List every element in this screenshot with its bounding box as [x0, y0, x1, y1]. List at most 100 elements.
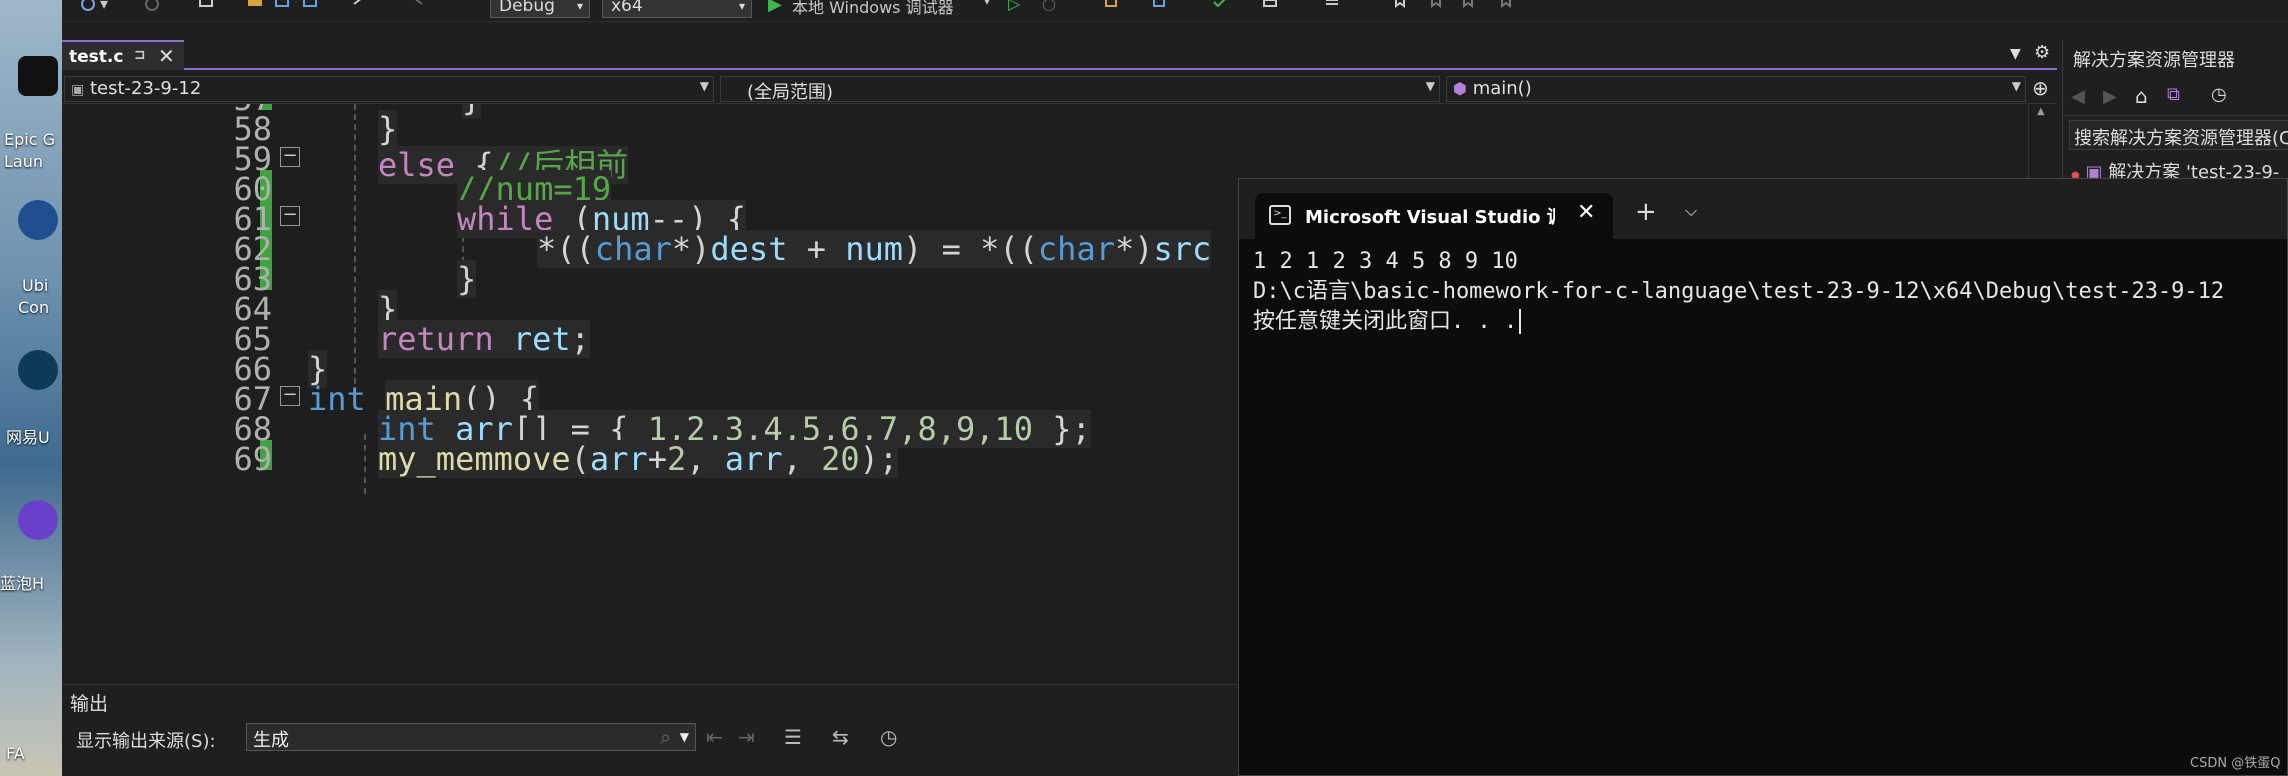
- bookmark-icon[interactable]: [1392, 0, 1412, 14]
- gear-icon[interactable]: ⚙: [2034, 42, 2050, 63]
- code-token: 20: [821, 440, 860, 478]
- bookmark-prev-icon[interactable]: [1428, 0, 1448, 14]
- tab-list-dropdown-icon[interactable]: ▼: [2010, 46, 2021, 62]
- project-dropdown[interactable]: ▣ test-23-9-12 ▼: [64, 76, 714, 102]
- scope-dropdown-value: (全局范围): [747, 82, 834, 103]
- save-all-icon[interactable]: [302, 0, 322, 14]
- solution-configuration-select[interactable]: Debug ▾: [490, 0, 590, 18]
- code-token: ) = *((: [903, 230, 1038, 268]
- code-token: };: [1033, 410, 1091, 448]
- chevron-down-icon: ▼: [1425, 79, 1435, 93]
- back-navigation-icon[interactable]: [80, 0, 100, 14]
- bookmark-next-icon[interactable]: [1460, 0, 1480, 14]
- new-project-icon[interactable]: [198, 0, 218, 14]
- chevron-down-icon: ▾: [576, 0, 583, 13]
- code-token: ret: [512, 320, 571, 358]
- desktop-label-connect: Con: [18, 298, 50, 317]
- scope-dropdown[interactable]: (全局范围) ▼: [720, 76, 1440, 103]
- code-token: int: [308, 380, 366, 418]
- solution-explorer-toolbar: ◀ ▶ ⌂ ⧉ ◷: [2063, 80, 2288, 116]
- stop-icon[interactable]: ○: [1042, 0, 1056, 16]
- netease-uu-icon[interactable]: [18, 350, 58, 390]
- code-token: *): [1114, 230, 1154, 268]
- close-icon[interactable]: ✕: [1577, 200, 1595, 225]
- code-token: +: [647, 440, 667, 478]
- ubisoft-connect-icon[interactable]: [18, 200, 58, 240]
- code-line-63: }: [457, 260, 477, 300]
- code-token: dest: [710, 230, 788, 268]
- fold-toggle-icon[interactable]: −: [280, 206, 300, 226]
- code-token: src: [1153, 230, 1212, 268]
- close-icon[interactable]: ✕: [158, 44, 175, 68]
- run-target-dropdown-icon[interactable]: ▾: [984, 0, 990, 16]
- forward-icon[interactable]: ▶: [2103, 86, 2117, 107]
- bookmark-clear-icon[interactable]: [1498, 0, 1518, 14]
- desktop-label-bluestacks: 蓝泡H: [0, 574, 45, 593]
- start-without-debugging-icon[interactable]: ▷: [1008, 0, 1020, 16]
- save-icon[interactable]: [274, 0, 294, 14]
- indent-guide: [354, 104, 356, 394]
- back-icon[interactable]: ◀: [2071, 86, 2085, 107]
- home-icon[interactable]: ⌂: [2135, 84, 2148, 108]
- output-source-select[interactable]: 生成 ▼: [246, 723, 696, 751]
- switch-views-icon[interactable]: ⧉: [2167, 84, 2180, 105]
- desktop-label-ubi: Ubi: [22, 276, 49, 295]
- start-debugging-icon[interactable]: ▶: [768, 0, 782, 16]
- forward-navigation-icon[interactable]: [144, 0, 164, 14]
- pin-icon[interactable]: ⊐: [134, 47, 146, 63]
- code-token: }: [462, 104, 482, 118]
- new-tab-icon[interactable]: +: [1635, 197, 1657, 227]
- attach-icon[interactable]: [1152, 0, 1172, 14]
- code-token: char: [1037, 230, 1115, 268]
- platform-value: x64: [611, 0, 643, 16]
- document-tab-test-c[interactable]: test.c ⊐ ✕: [62, 40, 184, 70]
- desktop-label-epic: Epic G: [4, 130, 55, 149]
- console-tab[interactable]: >_ Microsoft Visual Studio 调试控制台 ✕: [1255, 193, 1613, 239]
- code-token: (: [570, 440, 590, 478]
- member-dropdown-value: main(): [1472, 78, 1532, 99]
- clock-icon[interactable]: ◷: [880, 725, 897, 749]
- check-icon[interactable]: [1212, 0, 1232, 14]
- document-tab-well: test.c ⊐ ✕ ▼ ⚙: [62, 40, 2057, 70]
- clear-all-icon[interactable]: ☰: [784, 725, 802, 749]
- output-pane-title: 输出: [70, 693, 109, 715]
- code-token: ,: [686, 440, 725, 478]
- bluestacks-icon[interactable]: [18, 500, 58, 540]
- scroll-up-icon[interactable]: ▲: [2037, 106, 2045, 117]
- chevron-down-icon[interactable]: ⌵: [1685, 201, 1697, 221]
- undo-icon[interactable]: [352, 0, 372, 14]
- project-dropdown-value: test-23-9-12: [89, 78, 202, 99]
- epic-games-icon[interactable]: [18, 56, 58, 96]
- configuration-value: Debug: [499, 0, 555, 16]
- back-dropdown-icon[interactable]: ▾: [100, 0, 108, 16]
- code-line-57: }: [462, 104, 482, 120]
- pending-changes-icon[interactable]: ◷: [2211, 84, 2227, 105]
- prev-message-icon[interactable]: ⇤: [706, 725, 723, 749]
- find-message-icon[interactable]: ⌕: [660, 725, 671, 749]
- chevron-down-icon: ▼: [2011, 79, 2021, 93]
- word-wrap-icon[interactable]: ⇆: [832, 725, 849, 749]
- navigation-bar: ▣ test-23-9-12 ▼ (全局范围) ▼ ⬢ main() ▼ ⊕: [62, 74, 2057, 104]
- split-editor-icon[interactable]: ⊕: [2032, 76, 2049, 100]
- code-token: *): [671, 230, 711, 268]
- solution-platform-select[interactable]: x64 ▾: [602, 0, 752, 18]
- next-message-icon[interactable]: ⇥: [738, 725, 755, 749]
- terminal-icon: >_: [1269, 205, 1291, 225]
- redo-icon[interactable]: [412, 0, 432, 14]
- code-token: arr: [724, 440, 783, 478]
- chevron-down-icon: ▾: [738, 0, 745, 13]
- solution-explorer-search-input[interactable]: 搜索解决方案资源管理器(C: [2069, 120, 2288, 150]
- member-dropdown[interactable]: ⬢ main() ▼: [1446, 76, 2026, 102]
- fold-toggle-icon[interactable]: −: [280, 147, 300, 167]
- debug-console-window[interactable]: >_ Microsoft Visual Studio 调试控制台 ✕ + ⌵ 1…: [1238, 178, 2288, 776]
- comment-lines-icon[interactable]: [1262, 0, 1282, 14]
- c-file-icon: ▣: [71, 82, 85, 98]
- console-line: D:\c语言\basic-homework-for-c-language\tes…: [1253, 279, 2225, 304]
- diagnostics-icon[interactable]: [1104, 0, 1124, 14]
- indent-icon[interactable]: [1324, 0, 1344, 14]
- code-token: arr: [589, 440, 648, 478]
- fold-toggle-icon[interactable]: −: [280, 386, 300, 406]
- code-token: +: [787, 230, 846, 268]
- open-folder-icon[interactable]: [246, 0, 266, 14]
- start-debugging-button[interactable]: 本地 Windows 调试器: [792, 0, 954, 17]
